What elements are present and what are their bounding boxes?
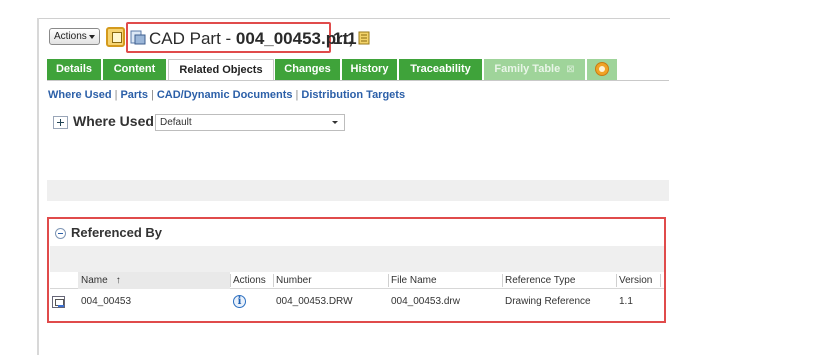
column-divider[interactable] — [660, 274, 661, 287]
caret-down-icon — [89, 35, 95, 39]
collapse-icon[interactable] — [55, 228, 66, 239]
column-header-actions[interactable]: Actions — [230, 272, 273, 289]
filter-value: Default — [160, 117, 192, 128]
actions-button[interactable]: Actions — [49, 28, 100, 45]
subnav-distribution-targets[interactable]: Distribution Targets — [301, 89, 405, 101]
page-title: CAD Part - 004_00453.prt, — [149, 29, 353, 49]
cad-part-icon — [130, 30, 146, 45]
tab-related-objects[interactable]: Related Objects — [168, 59, 274, 81]
tab-traceability[interactable]: Traceability — [399, 59, 483, 80]
info-icon[interactable]: i — [233, 295, 246, 308]
related-add-icon — [595, 62, 609, 76]
note-icon[interactable] — [106, 27, 125, 47]
tab-content[interactable]: Content — [103, 59, 167, 80]
cell-number: 004_00453.DRW — [276, 296, 353, 307]
tab-underline — [47, 80, 669, 81]
referenced-by-toolbar — [50, 246, 664, 272]
chevron-down-icon — [332, 121, 338, 124]
cell-name[interactable]: 004_00453 — [78, 291, 230, 313]
add-tab-button[interactable] — [587, 59, 617, 80]
table-row[interactable]: 004_00453 004_00453.DRW 004_00453.drw Dr… — [50, 291, 664, 313]
subnav-separator: | — [150, 89, 154, 101]
cell-version: 1.1 — [619, 296, 633, 307]
tab-details[interactable]: Details — [47, 59, 102, 80]
title-prefix: CAD Part - — [149, 29, 236, 48]
tab-family-table-label: Family Table — [494, 63, 561, 75]
subnav-parts[interactable]: Parts — [120, 89, 148, 101]
column-header-version[interactable]: Version — [616, 272, 660, 289]
left-divider — [37, 18, 39, 355]
table-header: Name ↑ Actions Number File Name Reference… — [50, 272, 664, 289]
related-subnav: Where Used | Parts | CAD/Dynamic Documents | D… — [48, 89, 405, 101]
subnav-where-used[interactable]: Where Used — [48, 89, 112, 101]
where-used-toolbar — [47, 180, 669, 201]
cell-file-name: 004_00453.drw — [391, 296, 460, 307]
referenced-by-title: Referenced By — [71, 225, 163, 240]
tab-bar: Details Content Related Objects Changes … — [47, 59, 667, 81]
title-version: 1.1 — [333, 29, 357, 48]
tab-family-table[interactable]: Family Table ⊠ — [484, 59, 586, 80]
expand-icon[interactable] — [53, 116, 68, 129]
column-header-name[interactable]: Name ↑ — [78, 272, 230, 289]
where-used-title: Where Used — [73, 113, 154, 129]
tab-history[interactable]: History — [342, 59, 398, 80]
where-used-filter-select[interactable]: Default — [155, 114, 345, 131]
subnav-separator: | — [295, 89, 299, 101]
subnav-cad-dynamic-documents[interactable]: CAD/Dynamic Documents — [157, 89, 293, 101]
subnav-separator: | — [114, 89, 118, 101]
actions-label: Actions — [54, 31, 87, 42]
cell-reference-type: Drawing Reference — [505, 296, 591, 307]
tab-changes[interactable]: Changes — [275, 59, 341, 80]
column-header-reference-type[interactable]: Reference Type — [502, 272, 616, 289]
column-header-file-name[interactable]: File Name — [388, 272, 502, 289]
top-divider — [39, 18, 670, 19]
sort-ascending-icon: ↑ — [115, 275, 121, 286]
drawing-icon[interactable] — [52, 296, 65, 308]
page: Actions CAD Part - 004_00453.prt, 1.1 De… — [0, 0, 817, 355]
column-header-number[interactable]: Number — [273, 272, 388, 289]
column-name-label: Name — [81, 275, 108, 286]
stack-icon[interactable] — [358, 31, 370, 45]
close-icon[interactable]: ⊠ — [566, 64, 574, 75]
